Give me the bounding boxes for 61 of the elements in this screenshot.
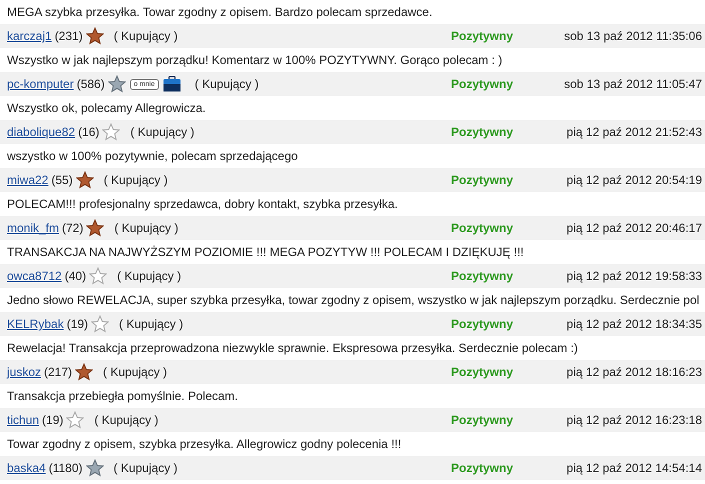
feedback-comment: POLECAM!!! profesjonalny sprzedawca, dobry kontakt, szybka przesyłka. xyxy=(7,196,398,213)
feedback-date: pią 12 paź 2012 16:23:18 xyxy=(566,412,702,429)
rating-label: Pozytywny xyxy=(451,76,514,93)
feedback-score: (72) xyxy=(62,220,84,237)
user-role: ( Kupujący ) xyxy=(114,460,178,477)
feedback-date: pią 12 paź 2012 19:58:33 xyxy=(566,268,702,285)
feedback-date: pią 12 paź 2012 20:46:17 xyxy=(566,220,702,237)
feedback-comment: Jedno słowo REWELACJA, super szybka przesyłka, towar zgodny z opisem, wszystko w jak najlepszym porządku. Serdecznie pol xyxy=(7,292,700,309)
feedback-date: pią 12 paź 2012 18:16:23 xyxy=(566,364,702,381)
user-role: ( Kupujący ) xyxy=(104,172,168,189)
user-link[interactable]: tichun xyxy=(7,411,40,429)
feedback-score: (217) xyxy=(44,364,72,381)
feedback-score: (586) xyxy=(76,76,105,93)
rating-label: Pozytywny xyxy=(451,220,514,237)
user-role: ( Kupujący ) xyxy=(114,28,178,45)
feedback-date: sob 13 paź 2012 11:05:47 xyxy=(564,76,702,93)
briefcase-icon[interactable] xyxy=(162,76,181,92)
rating-label: Pozytywny xyxy=(451,364,514,381)
feedback-score: (16) xyxy=(78,124,100,141)
feedback-score: (40) xyxy=(64,268,86,285)
feedback-date: sob 13 paź 2012 11:35:06 xyxy=(564,28,702,45)
user-role: ( Kupujący ) xyxy=(114,220,178,237)
user-link[interactable]: KELRybak xyxy=(7,315,64,333)
feedback-comment: Rewelacja! Transakcja przeprowadzona niezwykle sprawnie. Ekspresowa przesyłka. Serdecznie polecam :) xyxy=(7,340,578,357)
feedback-score: (231) xyxy=(54,28,83,45)
user-role: ( Kupujący ) xyxy=(119,316,184,333)
rating-label: Pozytywny xyxy=(451,124,514,141)
user-link[interactable]: miwa22 xyxy=(7,171,48,189)
user-link[interactable]: baska4 xyxy=(7,459,46,477)
feedback-date: pią 12 paź 2012 18:34:35 xyxy=(566,316,702,333)
rating-label: Pozytywny xyxy=(451,412,514,429)
user-role: ( Kupujący ) xyxy=(103,364,168,381)
user-role: ( Kupujący ) xyxy=(194,76,259,93)
user-link[interactable]: pc-komputer xyxy=(7,75,74,93)
user-role: ( Kupujący ) xyxy=(94,412,158,429)
feedback-comment: wszystko w 100% pozytywnie, polecam sprzedającego xyxy=(7,148,298,165)
feedback-score: (1180) xyxy=(48,460,82,477)
feedback-date: pią 12 paź 2012 20:54:19 xyxy=(566,172,702,189)
feedback-comment: TRANSAKCJA NA NAJWYŻSZYM POZIOMIE !!! MEGA POZYTYW !!! POLECAM I DZIĘKUJĘ !!! xyxy=(7,244,524,261)
rating-label: Pozytywny xyxy=(451,172,514,189)
feedback-score: (55) xyxy=(51,172,73,189)
rating-label: Pozytywny xyxy=(451,268,514,285)
feedback-comment: MEGA szybka przesyłka. Towar zgodny z opisem. Bardzo polecam sprzedawce. xyxy=(7,4,432,21)
feedback-date: pią 12 paź 2012 14:54:14 xyxy=(566,460,702,477)
user-role: ( Kupujący ) xyxy=(117,268,182,285)
user-link[interactable]: owca8712 xyxy=(7,267,62,285)
feedback-comment: Wszystko ok, polecamy Allegrowicza. xyxy=(7,100,206,117)
user-link[interactable]: diabolique82 xyxy=(7,123,76,141)
rating-label: Pozytywny xyxy=(451,460,514,477)
feedback-score: (19) xyxy=(66,316,88,333)
rating-label: Pozytywny xyxy=(451,28,514,45)
rating-label: Pozytywny xyxy=(451,316,514,333)
feedback-comment: Towar zgodny z opisem, szybka przesyłka. Allegrowicz godny polecenia !!! xyxy=(7,436,402,453)
feedback-comment: Wszystko w jak najlepszym porządku! Komentarz w 100% POZYTYWNY. Gorąco polecam : ) xyxy=(7,52,502,69)
user-link[interactable]: juskoz xyxy=(7,363,42,381)
user-link[interactable]: karczaj1 xyxy=(7,27,52,45)
feedback-comment: Transakcja przebiegła pomyślnie. Polecam. xyxy=(7,388,238,405)
feedback-score: (19) xyxy=(42,412,64,429)
user-link[interactable]: monik_fm xyxy=(7,219,60,237)
feedback-date: pią 12 paź 2012 21:52:43 xyxy=(566,124,702,141)
user-role: ( Kupujący ) xyxy=(130,124,194,141)
